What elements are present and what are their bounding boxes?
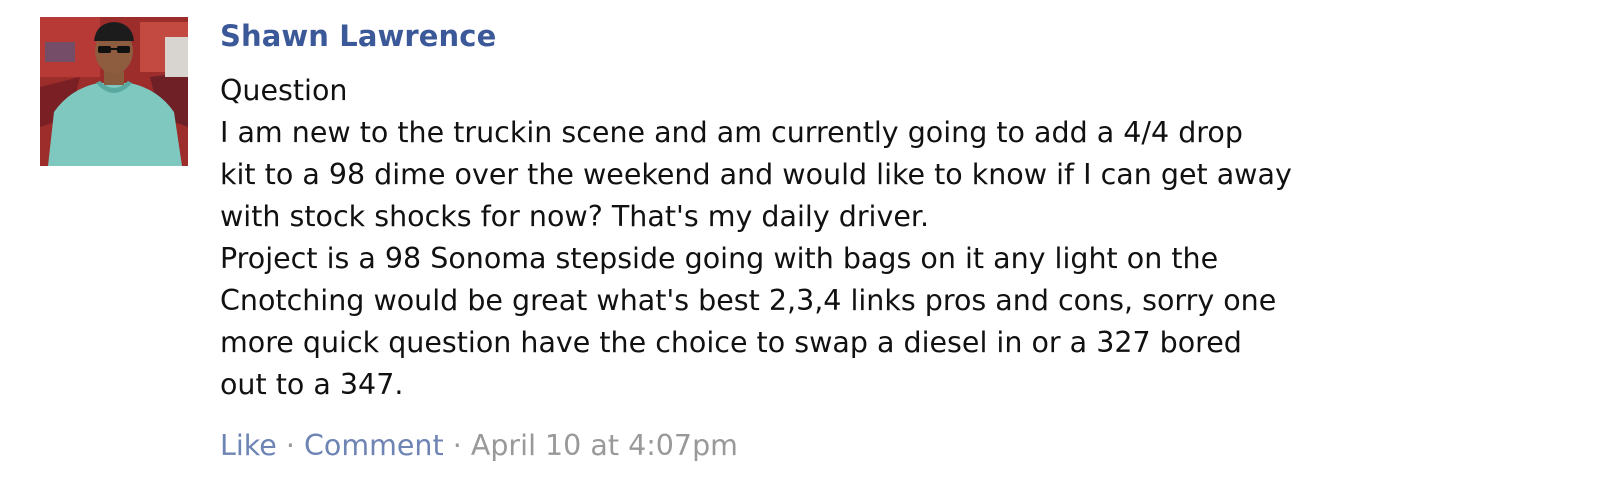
like-link[interactable]: Like <box>220 429 277 462</box>
avatar[interactable] <box>40 17 188 166</box>
message-line: Question <box>220 74 348 107</box>
message-line: I am new to the truckin scene and am cur… <box>220 116 1243 149</box>
message-line: out to a 347. <box>220 368 404 401</box>
action-separator: · <box>443 429 471 462</box>
action-separator: · <box>276 429 305 462</box>
message-line: more quick question have the choice to s… <box>220 326 1242 359</box>
post-message: Question I am new to the truckin scene a… <box>220 70 1520 406</box>
author-name-link[interactable]: Shawn Lawrence <box>220 16 1520 56</box>
comment-link[interactable]: Comment <box>304 429 444 462</box>
message-line: kit to a 98 dime over the weekend and wo… <box>220 158 1292 191</box>
message-line: Project is a 98 Sonoma stepside going wi… <box>220 242 1219 275</box>
post-actions: Like · Comment · April 10 at 4:07pm <box>220 426 1520 466</box>
post-content: Shawn Lawrence Question I am new to the … <box>220 16 1520 466</box>
profile-photo-icon <box>40 17 188 166</box>
message-line: with stock shocks for now? That's my dai… <box>220 200 930 233</box>
post-timestamp[interactable]: April 10 at 4:07pm <box>471 429 738 462</box>
message-line: Cnotching would be great what's best 2,3… <box>220 284 1277 317</box>
post: Shawn Lawrence Question I am new to the … <box>0 0 1600 478</box>
